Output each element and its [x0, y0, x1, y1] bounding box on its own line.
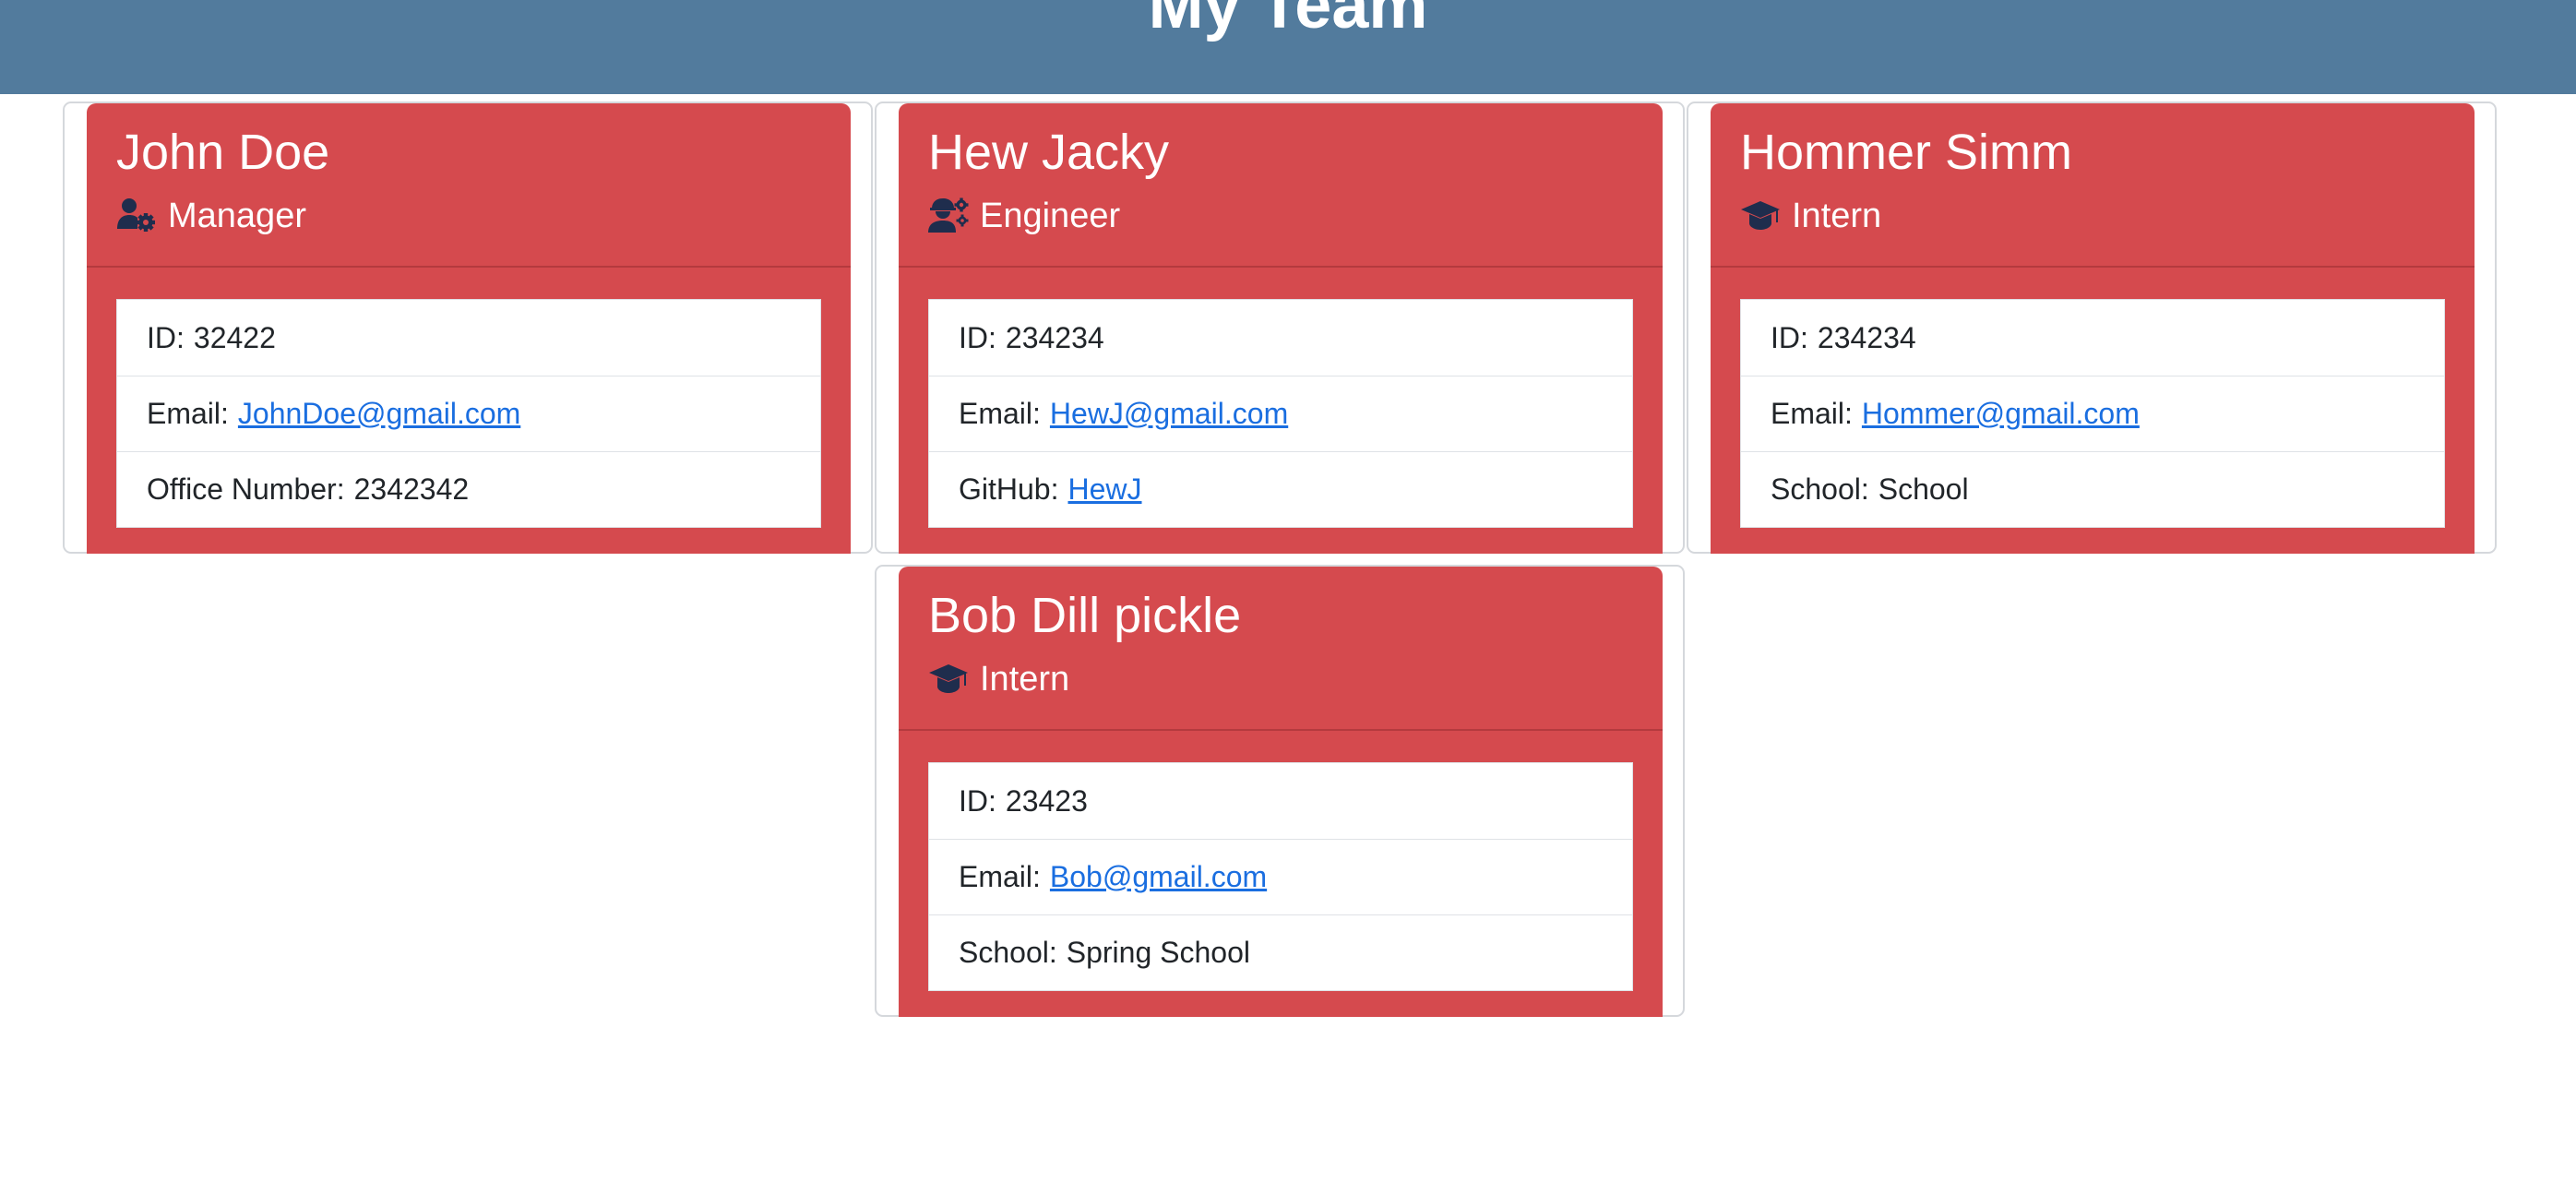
school-label: School:: [1771, 472, 1869, 506]
id-label: ID:: [959, 783, 996, 818]
list-item-id: ID: 32422: [117, 300, 820, 376]
github-label: GitHub:: [959, 472, 1059, 506]
employee-card-wrapper: John Doe Manager ID: 32422 Email: JohnDo…: [63, 102, 873, 554]
graduation-cap-icon: [928, 659, 969, 699]
list-item-id: ID: 23423: [929, 763, 1632, 839]
card-header: John Doe Manager: [87, 103, 851, 268]
employee-role: Intern: [1740, 190, 1881, 242]
list-item-email: Email: Hommer@gmail.com: [1741, 376, 2444, 451]
employee-role: Engineer: [928, 190, 1120, 242]
employee-name: Hommer Simm: [1740, 125, 2072, 180]
graduation-cap-icon: [1740, 196, 1781, 236]
employee-name: John Doe: [116, 125, 330, 180]
employee-card: Hommer Simm Intern ID: 234234 Email: Hom…: [1711, 103, 2475, 554]
employee-role: Manager: [116, 190, 306, 242]
email-label: Email:: [1771, 397, 1853, 430]
employee-info-list: ID: 234234 Email: HewJ@gmail.com GitHub:…: [928, 299, 1633, 528]
id-value: 234234: [1005, 320, 1104, 354]
user-gear-icon: [116, 196, 157, 236]
employee-card-wrapper: Hew Jacky Engineer ID: 234234 Email: Hew…: [875, 102, 1685, 554]
id-label: ID:: [959, 320, 996, 354]
list-item-github: GitHub: HewJ: [929, 451, 1632, 527]
list-item-email: Email: JohnDoe@gmail.com: [117, 376, 820, 451]
employee-info-list: ID: 23423 Email: Bob@gmail.com School: S…: [928, 762, 1633, 991]
list-item-school: School: School: [1741, 451, 2444, 527]
email-link[interactable]: Bob@gmail.com: [1050, 860, 1267, 894]
email-link[interactable]: HewJ@gmail.com: [1050, 397, 1288, 431]
employee-card: Hew Jacky Engineer ID: 234234 Email: Hew…: [899, 103, 1663, 554]
id-value: 32422: [193, 320, 276, 354]
email-label: Email:: [959, 397, 1041, 430]
email-label: Email:: [959, 860, 1041, 893]
list-item-office-number: Office Number: 2342342: [117, 451, 820, 527]
employee-name: Hew Jacky: [928, 125, 1170, 180]
id-label: ID:: [1771, 320, 1808, 354]
email-label: Email:: [147, 397, 229, 430]
employee-role: Intern: [928, 653, 1069, 705]
github-link[interactable]: HewJ: [1067, 472, 1141, 507]
card-header: Hew Jacky Engineer: [899, 103, 1663, 268]
id-value: 23423: [1005, 783, 1088, 818]
employee-info-list: ID: 32422 Email: JohnDoe@gmail.com Offic…: [116, 299, 821, 528]
list-item-school: School: Spring School: [929, 914, 1632, 990]
school-value: School: [1878, 472, 1969, 506]
office-number-label: Office Number:: [147, 472, 345, 506]
role-label: Intern: [980, 660, 1070, 699]
employee-card-wrapper: Hommer Simm Intern ID: 234234 Email: Hom…: [1687, 102, 2497, 554]
employee-name: Bob Dill pickle: [928, 588, 1242, 643]
card-header: Bob Dill pickle Intern: [899, 567, 1663, 731]
list-item-id: ID: 234234: [1741, 300, 2444, 376]
school-value: Spring School: [1066, 936, 1250, 969]
page-title: My Team: [1148, 0, 1428, 42]
role-label: Manager: [168, 197, 306, 235]
list-item-id: ID: 234234: [929, 300, 1632, 376]
school-label: School:: [959, 936, 1057, 969]
employee-info-list: ID: 234234 Email: Hommer@gmail.com Schoo…: [1740, 299, 2445, 528]
employee-card-wrapper: Bob Dill pickle Intern ID: 23423 Email:: [875, 565, 1685, 1017]
employee-card: John Doe Manager ID: 32422 Email: JohnDo…: [87, 103, 851, 554]
user-gears-icon: [928, 196, 969, 236]
email-link[interactable]: JohnDoe@gmail.com: [238, 397, 520, 431]
page-header: My Team: [0, 0, 2576, 94]
office-number-value: 2342342: [353, 472, 470, 506]
role-label: Engineer: [980, 197, 1121, 235]
email-link[interactable]: Hommer@gmail.com: [1862, 397, 2140, 431]
list-item-email: Email: HewJ@gmail.com: [929, 376, 1632, 451]
card-header: Hommer Simm Intern: [1711, 103, 2475, 268]
id-value: 234234: [1817, 320, 1916, 354]
role-label: Intern: [1792, 197, 1882, 235]
employee-card: Bob Dill pickle Intern ID: 23423 Email:: [899, 567, 1663, 1017]
id-label: ID:: [147, 320, 185, 354]
list-item-email: Email: Bob@gmail.com: [929, 839, 1632, 914]
